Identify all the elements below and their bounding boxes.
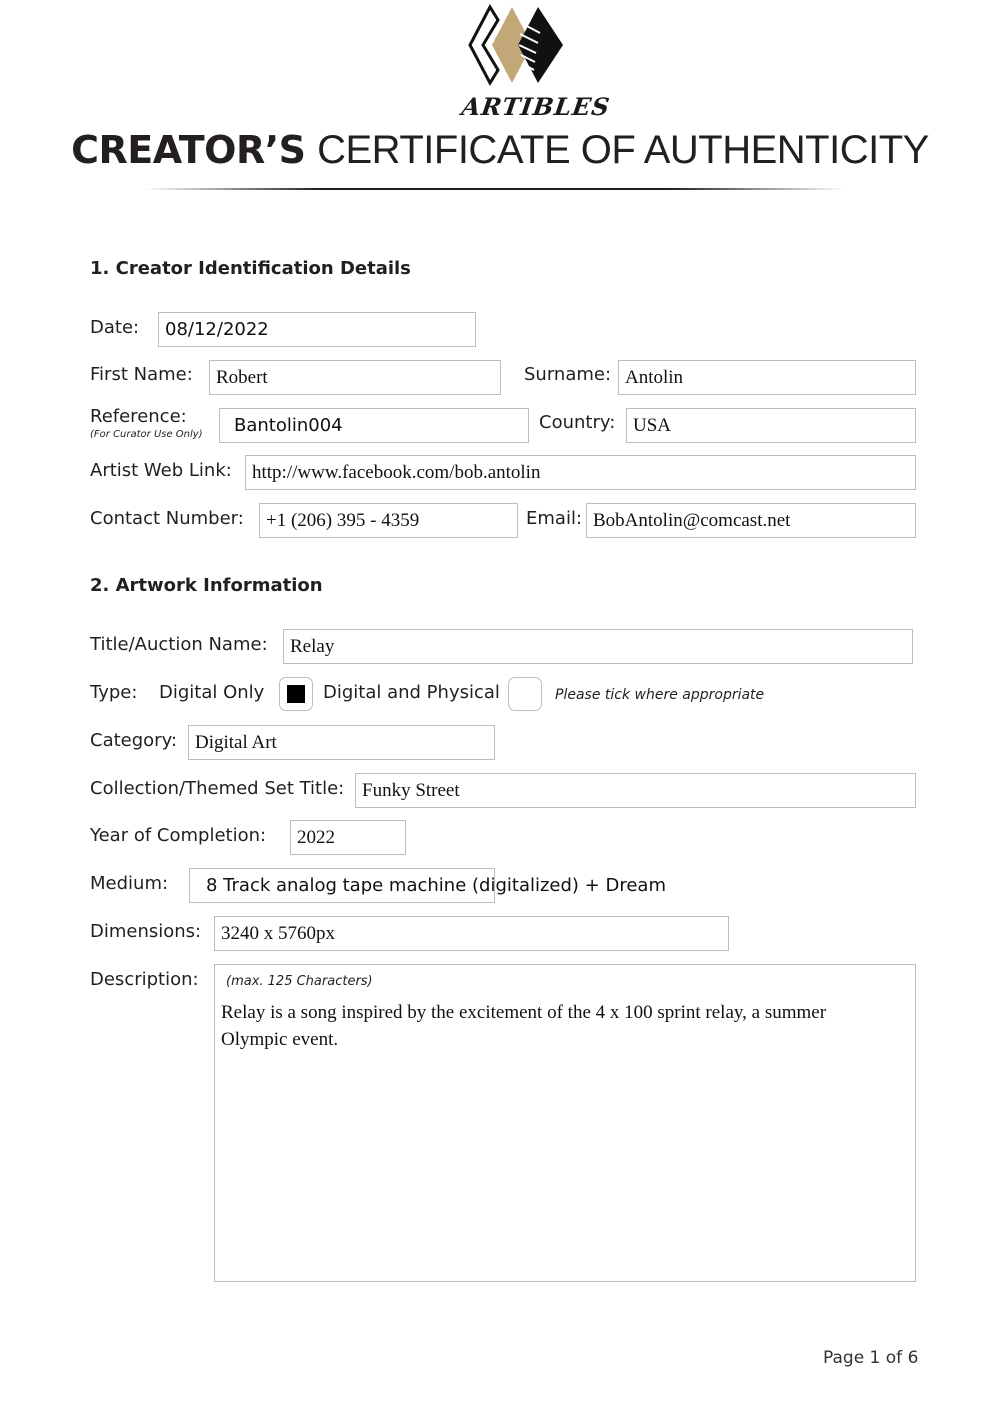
title-divider [145, 188, 845, 190]
collection-label: Collection/Themed Set Title: [90, 778, 345, 799]
country-label: Country: [539, 412, 616, 433]
email-field[interactable]: BobAntolin@comcast.net [586, 503, 916, 538]
title-auction-field[interactable]: Relay [283, 629, 913, 664]
country-field[interactable]: USA [626, 408, 916, 443]
type-option-digital-only-label: Digital Only [159, 682, 265, 703]
brand-name: ARTIBLES [459, 92, 613, 121]
reference-label: Reference: [90, 406, 187, 427]
year-field[interactable]: 2022 [290, 820, 406, 855]
surname-field[interactable]: Antolin [618, 360, 916, 395]
category-field[interactable]: Digital Art [188, 725, 495, 760]
category-label: Category: [90, 730, 177, 751]
page-number: Page 1 of 6 [823, 1348, 919, 1368]
description-text: Relay is a song inspired by the exciteme… [221, 1002, 827, 1050]
web-link-label: Artist Web Link: [90, 460, 232, 481]
date-label: Date: [90, 317, 140, 338]
title-light: CERTIFICATE OF AUTHENTICITY [317, 128, 929, 172]
type-hint: Please tick where appropriate [555, 687, 765, 703]
first-name-field[interactable]: Robert [209, 360, 501, 395]
section-heading-artwork: 2. Artwork Information [90, 575, 323, 596]
description-char-limit-note: (max. 125 Characters) [226, 974, 373, 989]
digital-physical-checkbox[interactable] [508, 677, 542, 711]
document-title: CREATOR’S CERTIFICATE OF AUTHENTICITY [0, 128, 1000, 173]
artibles-logo-icon [468, 4, 563, 86]
type-label: Type: [90, 682, 138, 703]
year-label: Year of Completion: [90, 825, 267, 846]
description-label: Description: [90, 969, 199, 990]
medium-label: Medium: [90, 873, 169, 894]
collection-field[interactable]: Funky Street [355, 773, 916, 808]
dimensions-field[interactable]: 3240 x 5760px [214, 916, 729, 951]
email-label: Email: [526, 508, 583, 529]
type-option-digital-physical-label: Digital and Physical [323, 682, 500, 703]
title-bold: CREATOR’S [71, 128, 306, 172]
checkbox-checked-mark [287, 685, 305, 703]
contact-number-field[interactable]: +1 (206) 395 - 4359 [259, 503, 518, 538]
description-textarea[interactable]: (max. 125 Characters) Relay is a song in… [214, 964, 916, 1282]
reference-field[interactable]: Bantolin004 [219, 408, 529, 443]
reference-sublabel: (For Curator Use Only) [90, 429, 203, 440]
web-link-field[interactable]: http://www.facebook.com/bob.antolin [245, 455, 916, 490]
contact-number-label: Contact Number: [90, 508, 244, 529]
medium-field[interactable]: 8 Track analog tape machine (digitalized… [189, 868, 666, 903]
first-name-label: First Name: [90, 364, 193, 385]
surname-label: Surname: [524, 364, 612, 385]
digital-only-checkbox[interactable] [279, 677, 313, 711]
section-heading-creator: 1. Creator Identification Details [90, 258, 411, 279]
date-field[interactable]: 08/12/2022 [158, 312, 476, 347]
dimensions-label: Dimensions: [90, 921, 202, 942]
title-auction-label: Title/Auction Name: [90, 634, 268, 655]
